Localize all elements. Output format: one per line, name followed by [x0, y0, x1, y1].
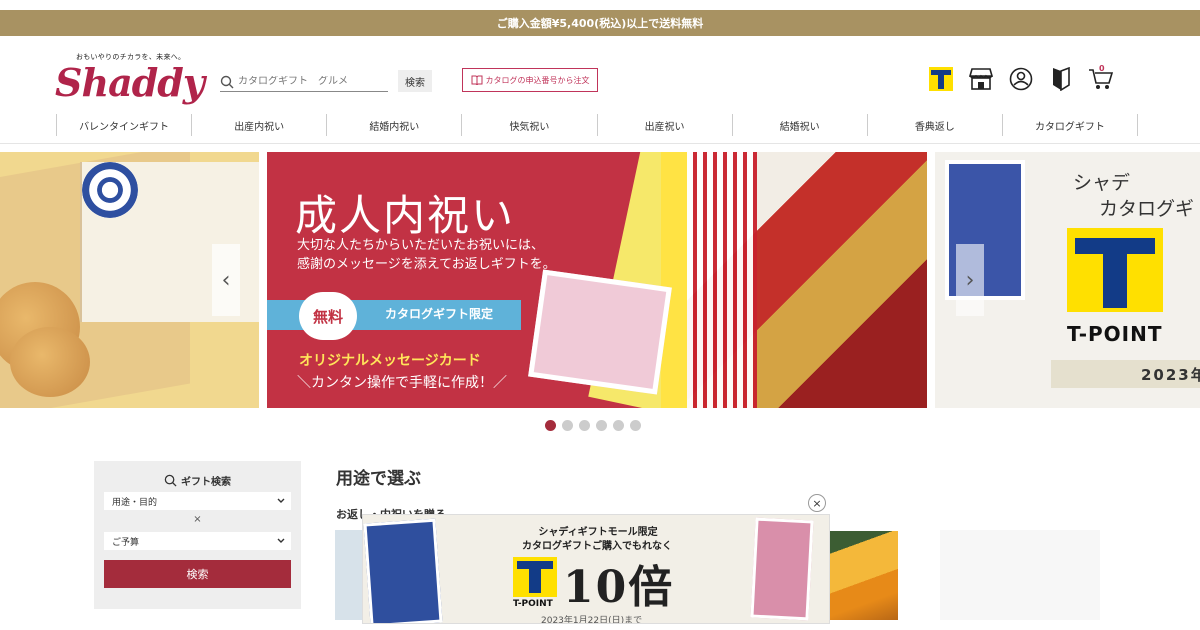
message-card-label: オリジナルメッセージカード [299, 353, 481, 369]
slider-dot[interactable] [613, 420, 624, 431]
banner-title: 成人内祝い [295, 191, 516, 240]
message-card-photo [528, 269, 672, 395]
nav-item-birth-return[interactable]: 出産内祝い [192, 114, 328, 136]
nav-item-wedding-celebration[interactable]: 結婚祝い [733, 114, 868, 136]
t-point-stem [529, 561, 541, 593]
nav-item-catalog-gift[interactable]: カタログギフト [1003, 114, 1138, 136]
account-icon[interactable] [1008, 66, 1034, 92]
chevron-down-icon [277, 538, 285, 543]
slider-dots [545, 420, 641, 431]
category-nav: バレンタインギフト 出産内祝い 結婚内祝い 快気祝い 出産祝い 結婚祝い 香典返… [56, 114, 1138, 136]
store-icon[interactable] [968, 66, 994, 92]
chevron-down-icon [277, 498, 285, 503]
budget-select[interactable]: ご予算 [104, 532, 291, 550]
promo-date: 2023年1月22日(日)まで [541, 616, 643, 624]
target-mark-image [82, 162, 138, 218]
search-button[interactable]: 検索 [398, 70, 432, 92]
banner-subtitle: 大切な人たちからいただいたお祝いには、 感謝のメッセージを添えてお返しギフトを。 [297, 236, 556, 274]
free-shipping-text: ご購入金額¥5,400(税込)以上で送料無料 [496, 17, 704, 30]
close-icon[interactable]: × [808, 494, 826, 512]
purpose-select-value: 用途・目的 [112, 497, 158, 508]
slider-prev-button[interactable]: ‹ [212, 244, 240, 316]
t-point-stem [1103, 238, 1127, 308]
slider-dot[interactable] [630, 420, 641, 431]
hero-slider: ‹ 成人内祝い 大切な人たちからいただいたお祝いには、 感謝のメッセージを添えて… [0, 152, 1200, 408]
cookie-image [10, 327, 90, 397]
white-flowers-thumbnail[interactable] [940, 530, 1100, 620]
slide-main-banner[interactable]: 成人内祝い 大切な人たちからいただいたお祝いには、 感謝のメッセージを添えてお返… [267, 152, 927, 408]
flowers-thumbnail[interactable] [830, 531, 898, 620]
catalog-order-button[interactable]: カタログの申込番号から注文 [462, 68, 598, 92]
nav-item-valentine[interactable]: バレンタインギフト [56, 114, 193, 136]
shaddy-logo[interactable]: Shaddy [55, 60, 205, 105]
t-point-logo [513, 557, 557, 597]
nav-item-birth-celebration[interactable]: 出産祝い [598, 114, 733, 136]
catalog-cover-image [750, 517, 814, 621]
search-box [220, 72, 388, 92]
nav-item-condolence-return[interactable]: 香典返し [868, 114, 1003, 136]
slider-dot[interactable] [562, 420, 573, 431]
slider-dot[interactable] [545, 420, 556, 431]
nav-item-wedding-return[interactable]: 結婚内祝い [327, 114, 463, 136]
catalog-limited-label: カタログギフト限定 [384, 307, 493, 321]
free-shipping-banner: ご購入金額¥5,400(税込)以上で送料無料 [0, 10, 1200, 36]
budget-select-value: ご予算 [112, 537, 140, 548]
t-point-label: T-POINT [1067, 322, 1163, 346]
gift-search-panel: ギフト検索 用途・目的 × ご予算 検索 [94, 461, 301, 609]
slider-dot[interactable] [596, 420, 607, 431]
banner-subtitle-line1: 大切な人たちからいただいたお祝いには、 [297, 238, 545, 253]
next-banner-year: 2023年 [1051, 360, 1200, 388]
search-icon [164, 474, 177, 487]
nav-item-recovery[interactable]: 快気祝い [462, 114, 598, 136]
header-icons: 0 [928, 64, 1114, 92]
promo-line2: カタログギフトご購入でもれなく [522, 541, 672, 552]
next-banner-title: シャデ [1073, 172, 1131, 194]
t-point-label: T-POINT [513, 599, 553, 609]
slider-dot[interactable] [579, 420, 590, 431]
promo-line1: シャディギフトモール限定 [538, 527, 658, 538]
cart-count: 0 [1099, 64, 1105, 73]
search-input[interactable] [234, 76, 374, 87]
free-badge: 無料 [299, 292, 357, 340]
search-icon [220, 75, 234, 88]
catalog-cover-image [363, 518, 443, 623]
cart-icon[interactable]: 0 [1088, 64, 1114, 92]
gift-search-title-text: ギフト検索 [181, 477, 231, 488]
site-header: おもいやりのチカラを、未来へ。 Shaddy 検索 カタログの申込番号から注文 … [0, 36, 1200, 114]
slider-next-button[interactable]: › [956, 244, 984, 316]
easy-create-label: ＼カンタン操作で手軽に作成！／ [297, 375, 507, 391]
mizuhiki-knot [687, 152, 757, 408]
catalog-order-label: カタログの申込番号から注文 [485, 75, 590, 85]
next-banner-title2: カタログギ [1099, 198, 1195, 220]
purpose-heading: 用途で選ぶ [336, 469, 421, 489]
t-point-logo [1067, 228, 1163, 312]
promo-multiplier: 10倍 [563, 562, 675, 613]
banner-subtitle-line2: 感謝のメッセージを添えてお返しギフトを。 [297, 257, 556, 272]
baby-thumbnail[interactable] [335, 530, 365, 620]
book-icon [471, 75, 482, 85]
purpose-select[interactable]: 用途・目的 [104, 492, 291, 510]
header-divider [0, 143, 1200, 144]
gift-search-title: ギフト検索 [94, 473, 301, 488]
combine-mark: × [193, 514, 202, 525]
promo-popup[interactable]: シャディギフトモール限定 カタログギフトご購入でもれなく T-POINT 10倍… [362, 514, 830, 624]
beginner-icon[interactable] [1048, 66, 1074, 92]
gift-search-button[interactable]: 検索 [104, 560, 291, 588]
t-point-icon[interactable] [928, 66, 954, 92]
